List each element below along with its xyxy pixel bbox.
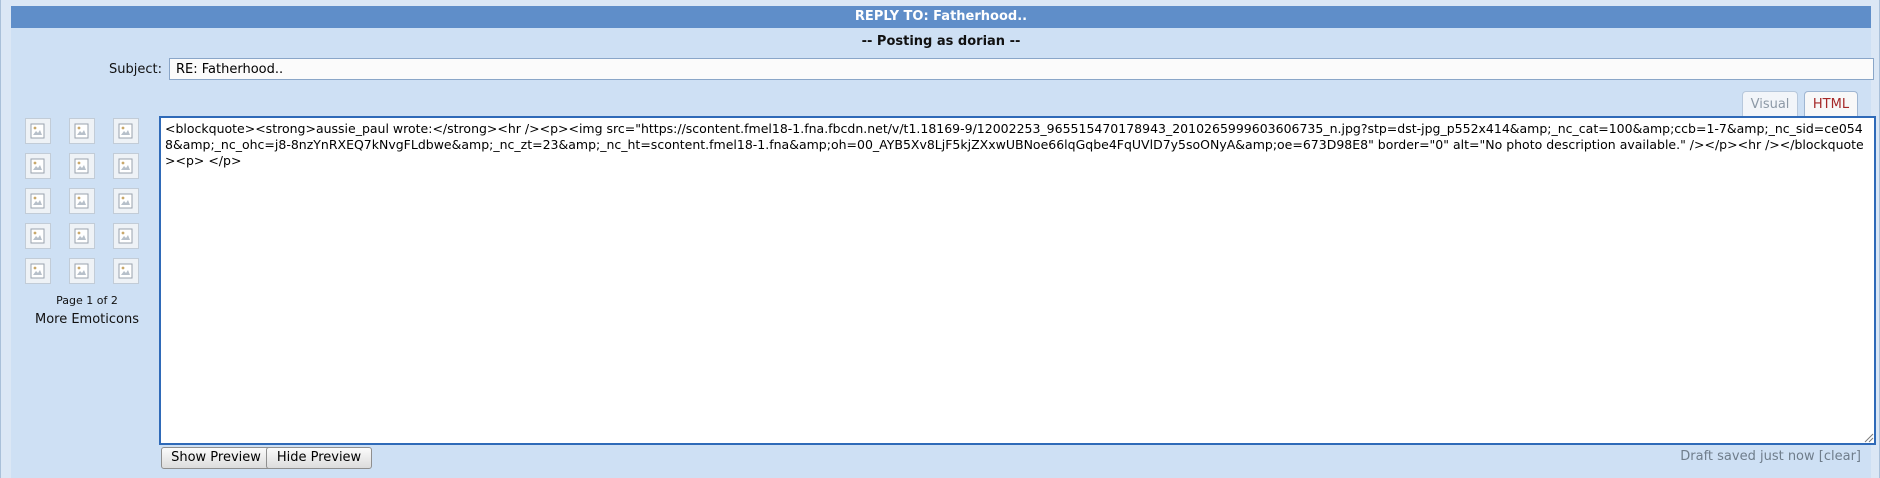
broken-image-icon (74, 123, 89, 139)
subject-input[interactable] (169, 58, 1874, 80)
resize-handle-icon[interactable] (1862, 431, 1874, 443)
show-preview-button[interactable]: Show Preview (161, 447, 271, 469)
emoticon-page-info: Page 1 of 2 (56, 294, 118, 307)
emoticon-button[interactable] (69, 118, 95, 144)
emoticon-panel: Page 1 of 2 More Emoticons (15, 118, 155, 327)
emoticon-button[interactable] (113, 153, 139, 179)
broken-image-icon (74, 228, 89, 244)
emoticon-button[interactable] (113, 188, 139, 214)
hide-preview-button[interactable]: Hide Preview (266, 447, 372, 469)
emoticon-button[interactable] (25, 258, 51, 284)
reply-window: REPLY TO: Fatherhood.. -- Posting as dor… (0, 0, 1880, 478)
emoticon-button[interactable] (113, 118, 139, 144)
emoticon-button[interactable] (69, 258, 95, 284)
emoticon-button[interactable] (69, 223, 95, 249)
message-editor[interactable]: <blockquote><strong>aussie_paul wrote:</… (159, 116, 1876, 445)
emoticon-button[interactable] (25, 223, 51, 249)
broken-image-icon (74, 158, 89, 174)
broken-image-icon (74, 263, 89, 279)
broken-image-icon (30, 193, 45, 209)
emoticon-button[interactable] (69, 153, 95, 179)
subject-label: Subject: (109, 62, 162, 77)
broken-image-icon (30, 123, 45, 139)
tab-visual[interactable]: Visual (1742, 91, 1798, 117)
emoticon-button[interactable] (25, 188, 51, 214)
broken-image-icon (118, 193, 133, 209)
reply-panel: -- Posting as dorian -- Subject: Visual … (11, 28, 1876, 478)
broken-image-icon (30, 228, 45, 244)
broken-image-icon (118, 228, 133, 244)
emoticon-button[interactable] (113, 223, 139, 249)
more-emoticons-link[interactable]: More Emoticons (15, 312, 159, 327)
emoticon-button[interactable] (25, 118, 51, 144)
reply-title-bar: REPLY TO: Fatherhood.. (11, 6, 1871, 28)
emoticon-button[interactable] (69, 188, 95, 214)
broken-image-icon (74, 193, 89, 209)
broken-image-icon (30, 263, 45, 279)
emoticon-button[interactable] (113, 258, 139, 284)
tab-html[interactable]: HTML (1804, 91, 1858, 117)
broken-image-icon (118, 158, 133, 174)
broken-image-icon (118, 263, 133, 279)
broken-image-icon (30, 158, 45, 174)
posting-as-label: -- Posting as dorian -- (861, 34, 1021, 49)
emoticon-grid (25, 118, 155, 284)
emoticon-button[interactable] (25, 153, 51, 179)
draft-status: Draft saved just now [clear] (1680, 449, 1861, 464)
broken-image-icon (118, 123, 133, 139)
